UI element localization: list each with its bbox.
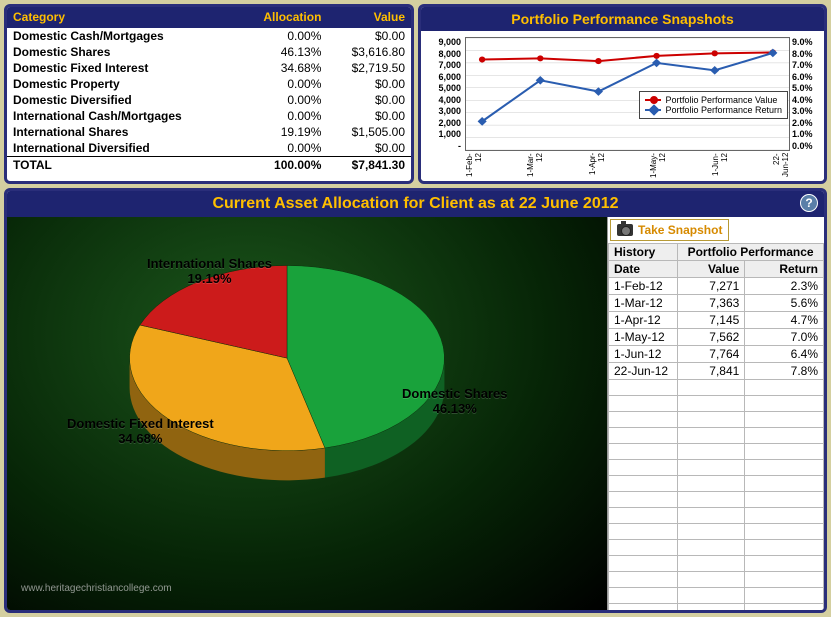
table-row bbox=[609, 604, 824, 611]
table-row: Domestic Cash/Mortgages0.00%$0.00 bbox=[7, 28, 411, 45]
take-snapshot-button[interactable]: Take Snapshot bbox=[610, 219, 729, 241]
pie-chart: International Shares 19.19% Domestic Sha… bbox=[7, 217, 607, 610]
chart-legend: Portfolio Performance Value Portfolio Pe… bbox=[639, 91, 788, 119]
history-table: History Portfolio Performance Date Value… bbox=[608, 243, 824, 610]
allocation-panel: Category Allocation Value Domestic Cash/… bbox=[4, 4, 414, 184]
pie-label-fixed-name: Domestic Fixed Interest bbox=[67, 416, 214, 431]
watermark: www.heritagechristiancollege.com bbox=[21, 583, 172, 594]
table-row bbox=[609, 540, 824, 556]
col-return: Return bbox=[745, 261, 824, 278]
table-row: Domestic Property0.00%$0.00 bbox=[7, 76, 411, 92]
col-value: Value bbox=[678, 261, 745, 278]
table-row: 1-May-127,5627.0% bbox=[609, 329, 824, 346]
table-row: 1-Feb-127,2712.3% bbox=[609, 278, 824, 295]
performance-chart-title: Portfolio Performance Snapshots bbox=[421, 7, 824, 31]
total-row: TOTAL100.00%$7,841.30 bbox=[7, 157, 411, 174]
table-row bbox=[609, 428, 824, 444]
performance-chart-panel: Portfolio Performance Snapshots 9,0008,0… bbox=[418, 4, 827, 184]
table-row bbox=[609, 508, 824, 524]
col-allocation: Allocation bbox=[238, 7, 327, 28]
col-date: Date bbox=[609, 261, 678, 278]
y-axis-right: 9.0%8.0%7.0%6.0%5.0%4.0%3.0%2.0%1.0%0.0% bbox=[792, 37, 822, 151]
pie-label-dom-pct: 46.13% bbox=[433, 401, 477, 416]
col-value: Value bbox=[327, 7, 411, 28]
col-history: History bbox=[609, 244, 678, 261]
table-row bbox=[609, 476, 824, 492]
table-row bbox=[609, 412, 824, 428]
pie-title: Current Asset Allocation for Client as a… bbox=[212, 195, 618, 212]
table-row: Domestic Shares46.13%$3,616.80 bbox=[7, 44, 411, 60]
snapshot-button-label: Take Snapshot bbox=[638, 223, 722, 237]
pie-label-intl-name: International Shares bbox=[147, 256, 272, 271]
legend-value: Portfolio Performance Value bbox=[665, 95, 777, 105]
col-category: Category bbox=[7, 7, 238, 28]
table-row: Domestic Fixed Interest34.68%$2,719.50 bbox=[7, 60, 411, 76]
table-row: International Cash/Mortgages0.00%$0.00 bbox=[7, 108, 411, 124]
table-row bbox=[609, 460, 824, 476]
allocation-pie-panel: Current Asset Allocation for Client as a… bbox=[4, 188, 827, 613]
help-icon[interactable]: ? bbox=[800, 194, 818, 212]
allocation-table: Category Allocation Value Domestic Cash/… bbox=[7, 7, 411, 173]
table-row bbox=[609, 524, 824, 540]
table-row: International Diversified0.00%$0.00 bbox=[7, 140, 411, 157]
camera-icon bbox=[617, 224, 633, 236]
x-axis: 1-Feb-121-Mar-121-Apr-121-May-121-Jun-12… bbox=[465, 153, 790, 179]
table-row: International Shares19.19%$1,505.00 bbox=[7, 124, 411, 140]
col-perf: Portfolio Performance bbox=[678, 244, 824, 261]
table-row: Domestic Diversified0.00%$0.00 bbox=[7, 92, 411, 108]
table-row bbox=[609, 396, 824, 412]
table-row bbox=[609, 588, 824, 604]
table-row bbox=[609, 380, 824, 396]
table-row bbox=[609, 492, 824, 508]
pie-label-intl-pct: 19.19% bbox=[187, 271, 231, 286]
pie-label-fixed-pct: 34.68% bbox=[118, 431, 162, 446]
performance-chart: 9,0008,0007,0006,0005,0004,0003,0002,000… bbox=[421, 31, 824, 179]
table-row bbox=[609, 572, 824, 588]
table-row: 1-Mar-127,3635.6% bbox=[609, 295, 824, 312]
pie-label-dom-name: Domestic Shares bbox=[402, 386, 508, 401]
legend-return: Portfolio Performance Return bbox=[665, 105, 782, 115]
table-row bbox=[609, 444, 824, 460]
table-row bbox=[609, 556, 824, 572]
table-row: 22-Jun-127,8417.8% bbox=[609, 363, 824, 380]
table-row: 1-Jun-127,7646.4% bbox=[609, 346, 824, 363]
y-axis-left: 9,0008,0007,0006,0005,0004,0003,0002,000… bbox=[425, 37, 461, 151]
table-row: 1-Apr-127,1454.7% bbox=[609, 312, 824, 329]
